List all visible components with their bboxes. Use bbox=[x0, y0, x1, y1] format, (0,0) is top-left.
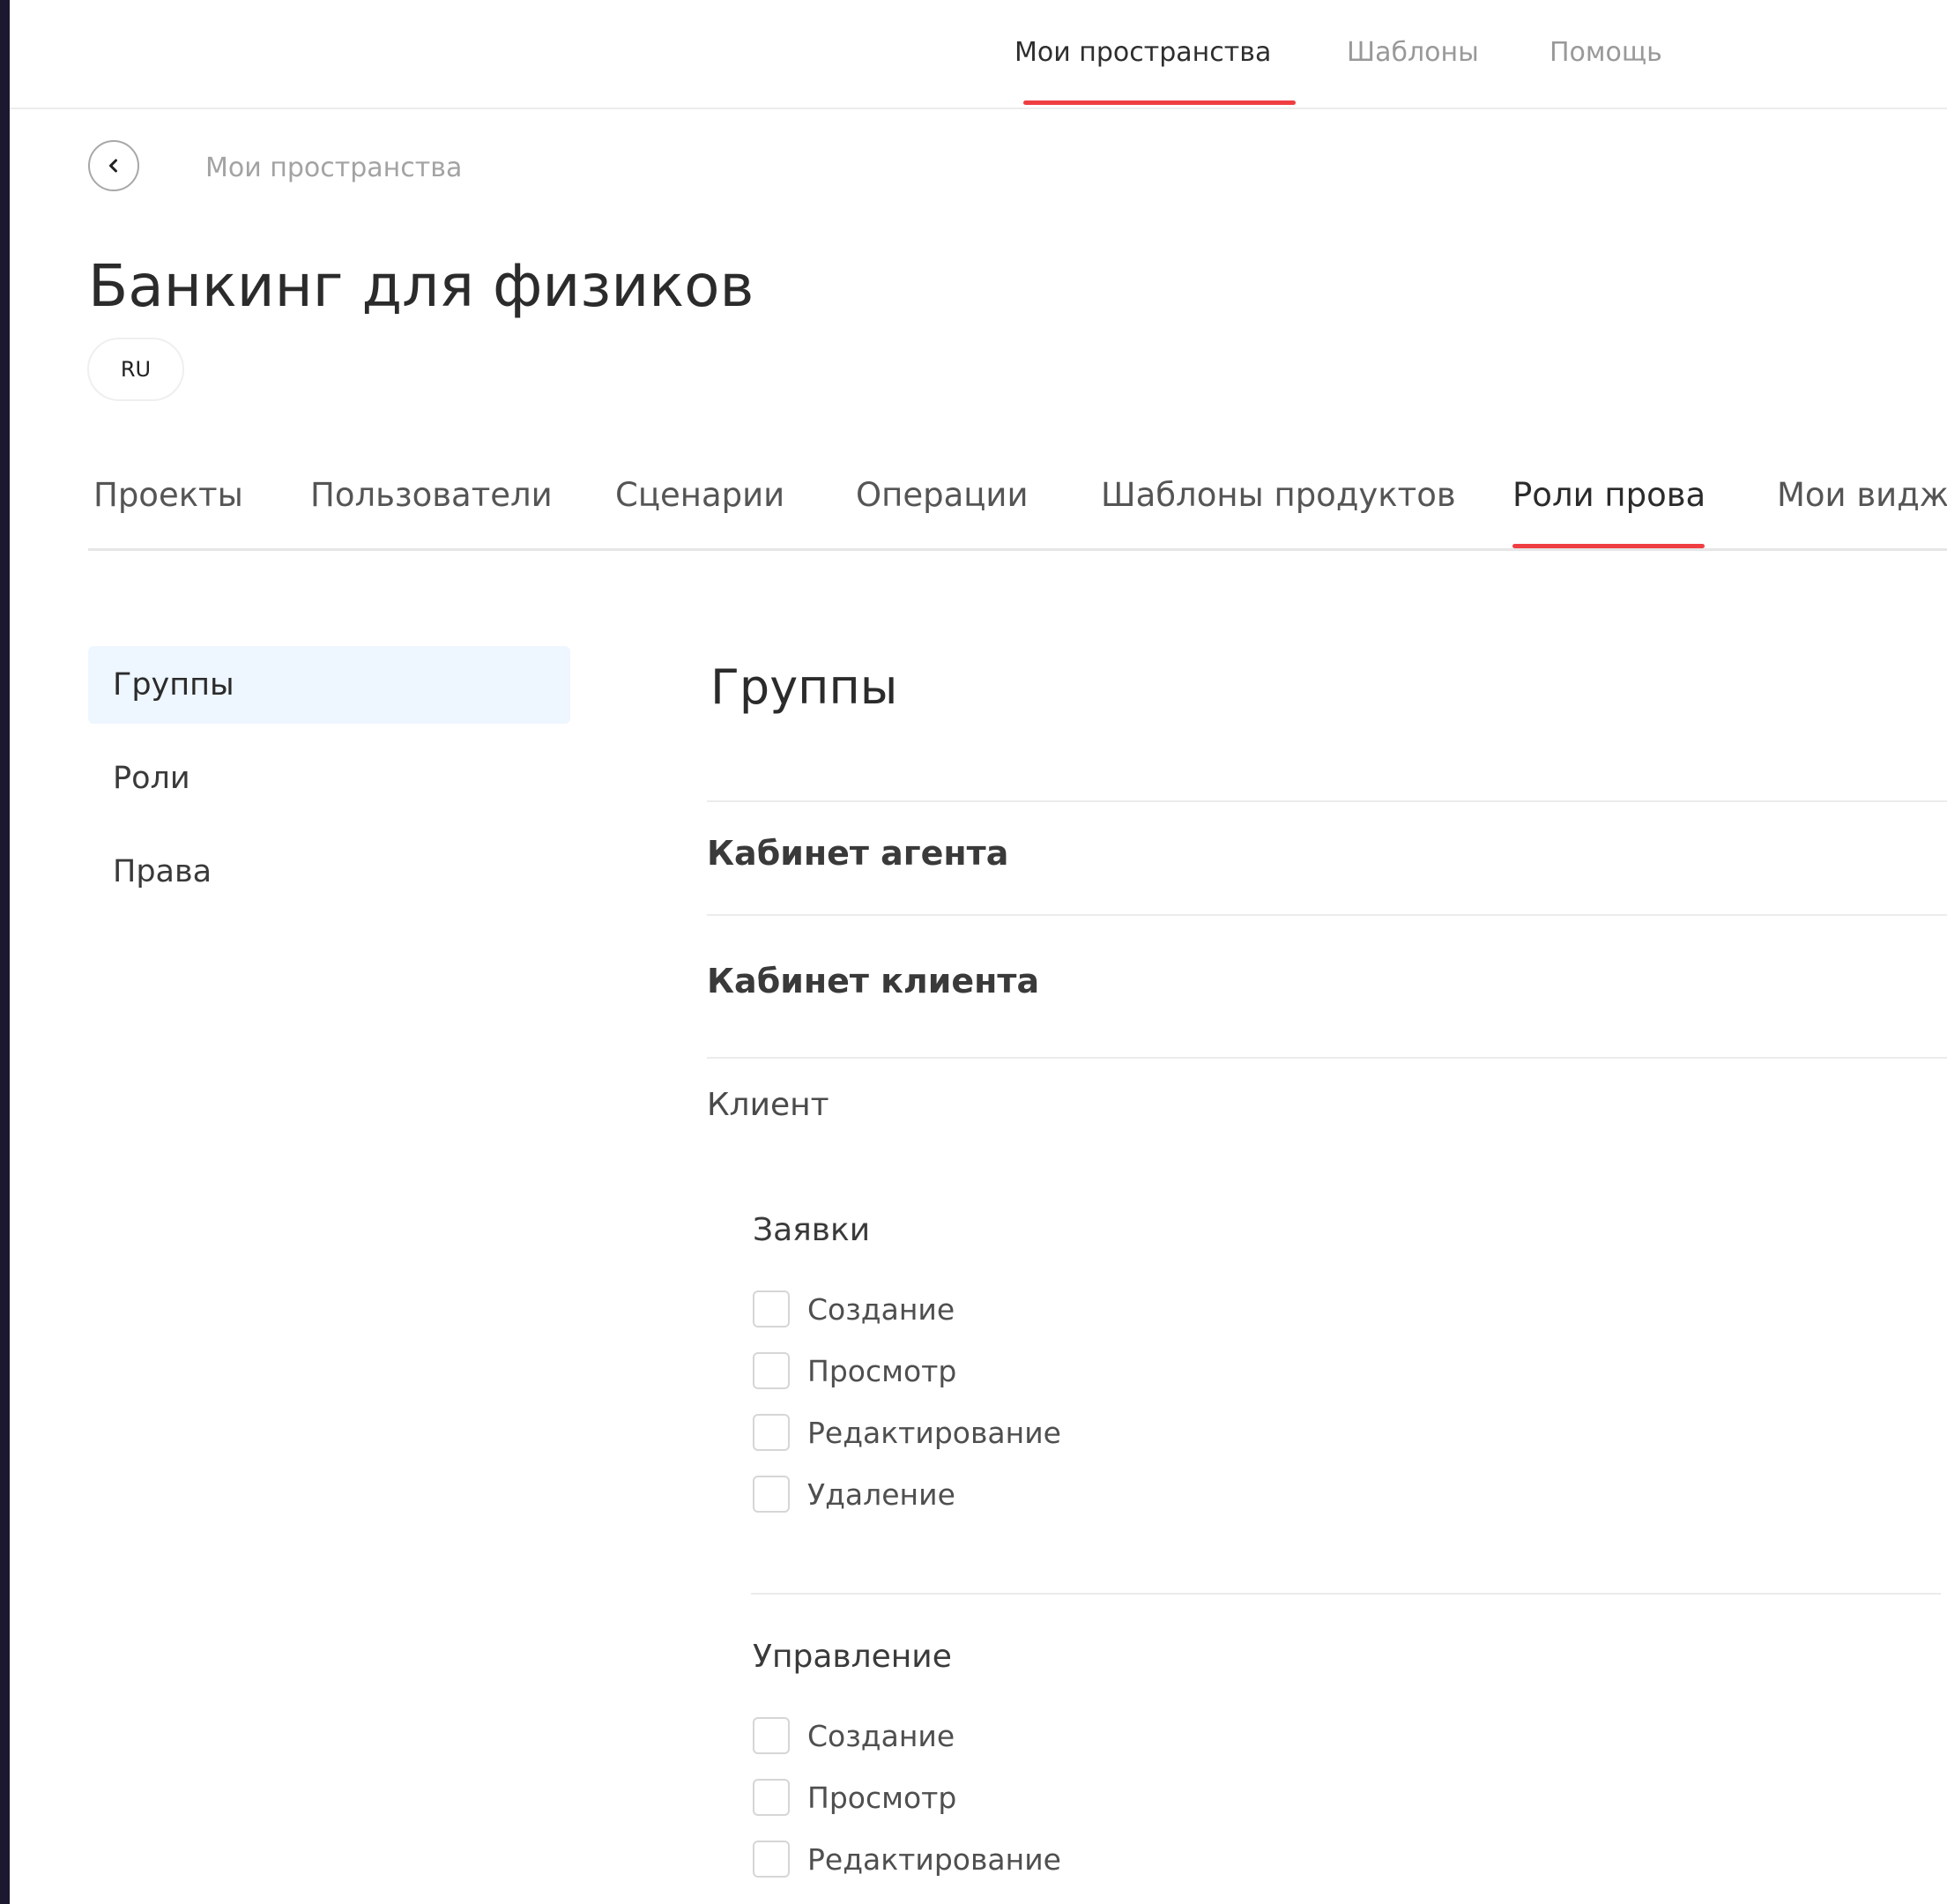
divider bbox=[707, 800, 1947, 802]
permission-requests-delete[interactable]: Удаление bbox=[753, 1474, 955, 1514]
checkbox[interactable] bbox=[753, 1414, 790, 1451]
top-tab-help[interactable]: Помощь bbox=[1549, 37, 1662, 68]
group-client-cabinet[interactable]: Кабинет клиента bbox=[707, 962, 1039, 1000]
breadcrumb[interactable]: Мои пространства bbox=[205, 152, 462, 183]
checkbox-label: Редактирование bbox=[807, 1841, 1061, 1877]
section-tabs: Проекты Пользователи Сценарии Операции Ш… bbox=[88, 476, 1947, 551]
checkbox[interactable] bbox=[753, 1841, 790, 1878]
sidebar-item-label: Права bbox=[113, 854, 212, 889]
checkbox[interactable] bbox=[753, 1476, 790, 1513]
chevron-left-icon bbox=[109, 159, 117, 173]
checkbox-label: Создание bbox=[807, 1718, 955, 1753]
checkbox-label: Создание bbox=[807, 1291, 955, 1327]
checkbox[interactable] bbox=[753, 1717, 790, 1754]
top-tab-templates[interactable]: Шаблоны bbox=[1347, 37, 1479, 68]
permission-management-view[interactable]: Просмотр bbox=[753, 1777, 956, 1818]
section-title: Группы bbox=[710, 659, 898, 715]
permission-management-create[interactable]: Создание bbox=[753, 1715, 955, 1756]
permission-requests-edit[interactable]: Редактирование bbox=[753, 1412, 1061, 1453]
permission-requests-create[interactable]: Создание bbox=[753, 1289, 955, 1329]
checkbox-label: Просмотр bbox=[807, 1780, 957, 1815]
tab-users[interactable]: Пользователи bbox=[310, 476, 553, 514]
checkbox-label: Просмотр bbox=[807, 1353, 957, 1388]
window-edge bbox=[0, 0, 10, 1904]
sidebar-item-rights[interactable]: Права bbox=[88, 833, 570, 911]
page-title: Банкинг для физиков bbox=[88, 252, 754, 320]
top-navigation: Мои пространства Шаблоны Помощь bbox=[10, 0, 1947, 109]
top-tab-my-spaces[interactable]: Мои пространства bbox=[1014, 37, 1271, 68]
active-tab-indicator bbox=[1512, 544, 1705, 548]
role-name: Клиент bbox=[707, 1087, 829, 1123]
language-badge[interactable]: RU bbox=[87, 338, 184, 401]
checkbox[interactable] bbox=[753, 1779, 790, 1816]
active-tab-indicator bbox=[1023, 100, 1296, 105]
sidebar-item-groups[interactable]: Группы bbox=[88, 646, 570, 724]
divider bbox=[707, 914, 1947, 916]
divider bbox=[751, 1593, 1941, 1595]
tab-product-templates[interactable]: Шаблоны продуктов bbox=[1101, 476, 1456, 514]
checkbox-label: Редактирование bbox=[807, 1415, 1061, 1450]
category-title-management: Управление bbox=[753, 1639, 952, 1675]
category-title-requests: Заявки bbox=[753, 1212, 871, 1248]
sidebar-item-label: Роли bbox=[113, 761, 190, 796]
permission-management-edit[interactable]: Редактирование bbox=[753, 1839, 1061, 1879]
tab-my-widgets[interactable]: Мои видж bbox=[1777, 476, 1947, 514]
sidebar-item-roles[interactable]: Роли bbox=[88, 740, 570, 817]
permission-requests-view[interactable]: Просмотр bbox=[753, 1350, 956, 1391]
sidebar-item-label: Группы bbox=[113, 667, 234, 703]
checkbox[interactable] bbox=[753, 1352, 790, 1389]
tab-scenarios[interactable]: Сценарии bbox=[615, 476, 784, 514]
divider bbox=[707, 1057, 1947, 1059]
group-agent-cabinet[interactable]: Кабинет агента bbox=[707, 834, 1008, 873]
checkbox[interactable] bbox=[753, 1290, 790, 1328]
tab-roles-rights[interactable]: Роли прова bbox=[1512, 476, 1705, 514]
checkbox-label: Удаление bbox=[807, 1476, 955, 1512]
tab-projects[interactable]: Проекты bbox=[93, 476, 243, 514]
back-button[interactable] bbox=[88, 140, 139, 191]
tab-operations[interactable]: Операции bbox=[856, 476, 1029, 514]
